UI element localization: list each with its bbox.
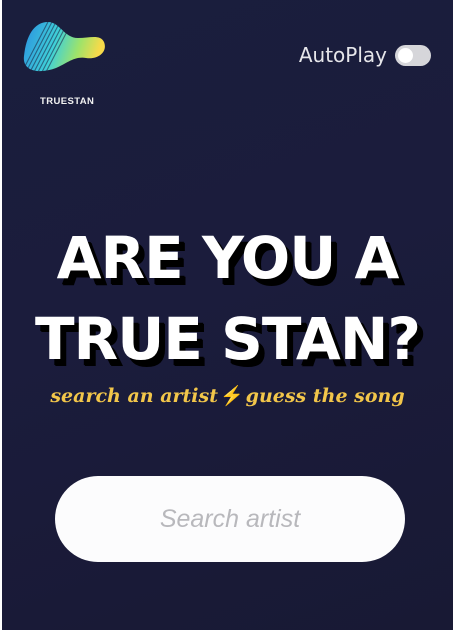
brand-name: TRUESTAN — [40, 96, 95, 107]
tagline-part1: search an artist — [50, 385, 218, 407]
tagline-part2: guess the song — [245, 385, 405, 407]
autoplay-toggle[interactable] — [395, 44, 431, 66]
app-screen: TRUESTAN AutoPlay ARE YOU A TRUE STAN? s… — [2, 0, 453, 630]
wave-logo-icon — [23, 22, 105, 72]
hero-title-line1: ARE YOU A — [56, 224, 400, 292]
autoplay-control: AutoPlay — [299, 43, 431, 67]
hero-title-line2: TRUE STAN? — [34, 305, 421, 373]
hero-tagline: search an artist ⚡ guess the song — [2, 384, 453, 407]
lightning-icon: ⚡ — [220, 385, 244, 407]
brand-logo[interactable]: TRUESTAN — [20, 16, 106, 107]
toggle-knob — [398, 47, 413, 63]
autoplay-label: AutoPlay — [298, 43, 387, 67]
search-artist-input[interactable] — [55, 476, 405, 562]
